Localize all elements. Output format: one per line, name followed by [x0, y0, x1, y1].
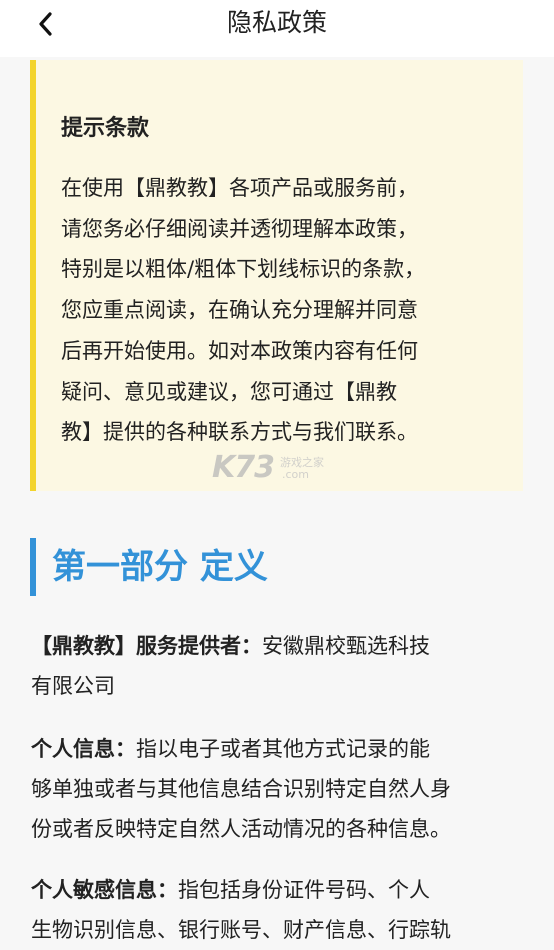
section-heading-text: 第一部分 定义: [52, 547, 268, 587]
definition-text: 够单独或者与其他信息结合识别特定自然人身: [31, 777, 451, 801]
section-heading: 第一部分 定义: [30, 538, 268, 596]
definition-text: 安徽鼎校甄选科技: [262, 634, 430, 658]
notice-body: 在使用【鼎教教】各项产品或服务前， 请您务必仔细阅读并透彻理解本政策， 特别是以…: [61, 168, 506, 453]
watermark-domain: .com: [282, 468, 309, 481]
notice-title: 提示条款: [61, 116, 150, 141]
definition-term: 【鼎教教】服务提供者：: [31, 634, 262, 658]
notice-line: 特别是以粗体/粗体下划线标识的条款，: [61, 257, 426, 282]
watermark-mark: K73: [212, 450, 275, 485]
definition-text: 指以电子或者其他方式记录的能: [136, 737, 430, 761]
definition-text: 生物识别信息、银行账号、财产信息、行踪轨: [31, 918, 451, 942]
notice-line: 后再开始使用。如对本政策内容有任何: [61, 338, 418, 363]
definition-provider: 【鼎教教】服务提供者：安徽鼎校甄选科技 有限公司: [31, 626, 527, 706]
top-bar: 隐私政策: [0, 0, 554, 57]
definition-personal-info: 个人信息：指以电子或者其他方式记录的能 够单独或者与其他信息结合识别特定自然人身…: [31, 729, 527, 849]
definition-sensitive-info: 个人敏感信息：指包括身份证件号码、个人 生物识别信息、银行账号、财产信息、行踪轨: [31, 870, 527, 950]
definition-text: 份或者反映特定自然人活动情况的各种信息。: [31, 817, 451, 841]
notice-line: 请您务必仔细阅读并透彻理解本政策，: [61, 216, 418, 241]
definition-term: 个人信息：: [31, 737, 136, 761]
definition-text: 指包括身份证件号码、个人: [178, 878, 430, 902]
notice-line: 您应重点阅读，在确认充分理解并同意: [61, 298, 418, 323]
notice-box: 提示条款 在使用【鼎教教】各项产品或服务前， 请您务必仔细阅读并透彻理解本政策，…: [30, 60, 523, 491]
definition-term: 个人敏感信息：: [31, 878, 178, 902]
notice-line: 在使用【鼎教教】各项产品或服务前，: [61, 176, 418, 200]
watermark-logo: K73 游戏之家 .com: [212, 450, 342, 486]
notice-line: 疑问、意见或建议，您可通过【鼎教: [61, 379, 397, 404]
page-title: 隐私政策: [226, 8, 327, 37]
definition-text: 有限公司: [31, 674, 115, 698]
notice-line: 教】提供的各种联系方式与我们联系。: [61, 420, 418, 445]
